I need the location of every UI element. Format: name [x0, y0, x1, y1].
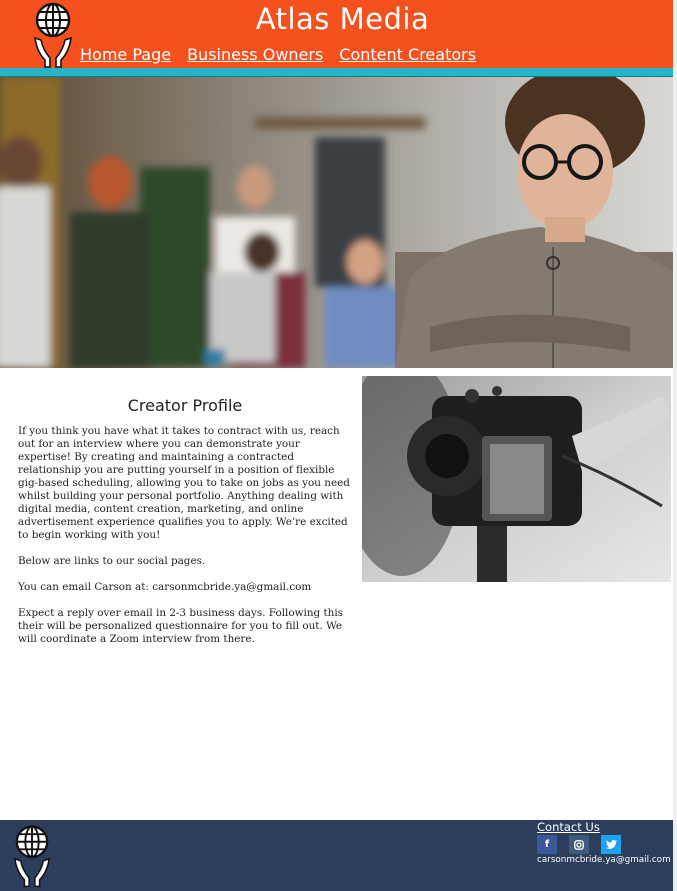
nav-business-owners[interactable]: Business Owners — [187, 45, 323, 64]
intro-paragraph: If you think you have what it takes to c… — [18, 425, 350, 541]
facebook-icon[interactable]: f — [537, 835, 557, 854]
page-edge — [673, 0, 677, 891]
twitter-icon[interactable] — [601, 835, 621, 854]
hero-image — [0, 77, 673, 368]
social-links-note: Below are links to our social pages. — [18, 555, 206, 567]
section-title: Creator Profile — [127, 396, 243, 415]
main-nav: Home Page Business Owners Content Creato… — [80, 45, 476, 64]
nav-home-page[interactable]: Home Page — [80, 45, 171, 64]
header-accent-strip — [0, 68, 673, 77]
camera-photo — [362, 376, 671, 582]
email-contact-text: You can email Carson at: carsonmcbride.y… — [18, 581, 312, 593]
creator-profile-section: Creator Profile If you think you have wh… — [18, 396, 352, 646]
site-title: Atlas Media — [255, 2, 430, 36]
instagram-icon[interactable] — [569, 835, 589, 854]
footer-logo-icon[interactable] — [13, 823, 51, 889]
reply-info-paragraph: Expect a reply over email in 2-3 busines… — [18, 607, 343, 645]
footer-email: carsonmcbride.ya@gmail.com — [537, 855, 671, 865]
nav-content-creators[interactable]: Content Creators — [339, 45, 476, 64]
social-links: f — [537, 835, 621, 854]
contact-us-link[interactable]: Contact Us — [537, 820, 600, 834]
site-header: Atlas Media Home Page Business Owners Co… — [0, 0, 677, 68]
